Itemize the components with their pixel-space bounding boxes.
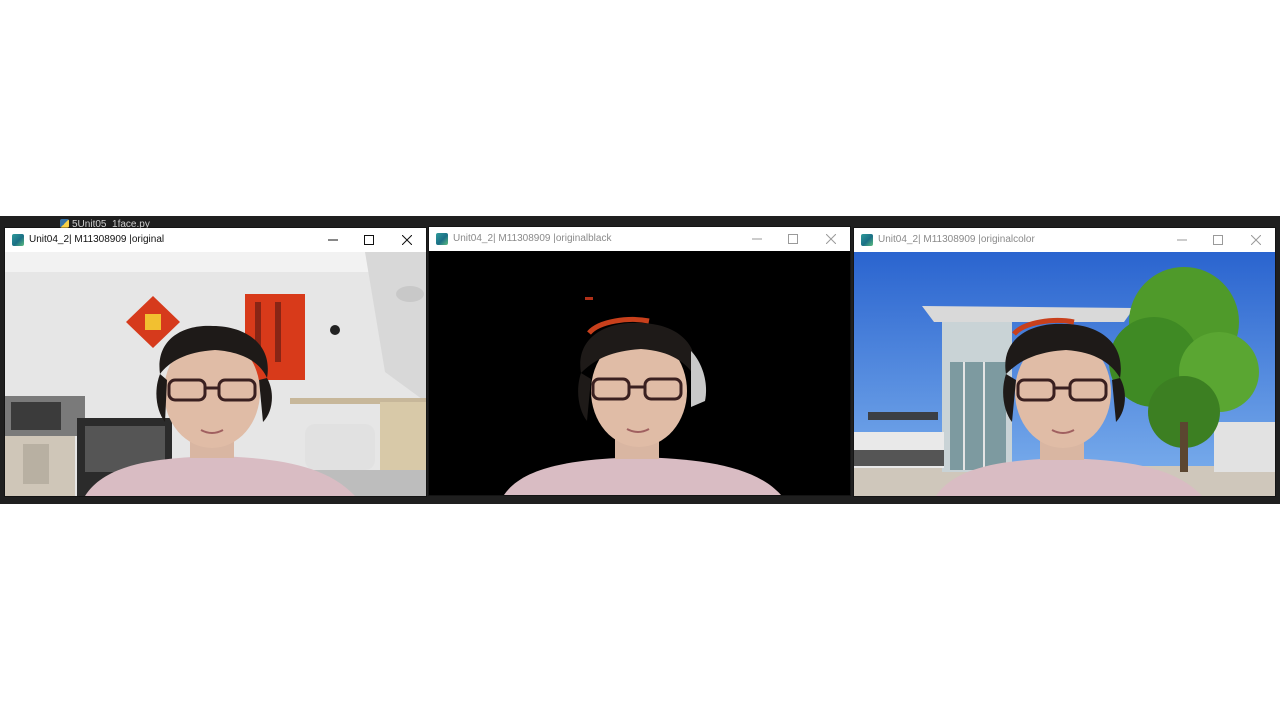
background-replaced-image [854,252,1275,496]
window-originalblack[interactable]: Unit04_2| M11308909 |originalblack [429,227,850,495]
camera-frame-originalblack [429,251,850,495]
window-title: Unit04_2| M11308909 |originalblack [453,233,612,244]
app-icon [436,233,448,245]
maximize-icon [788,234,798,244]
close-icon [826,234,836,244]
maximize-icon [364,235,374,245]
close-button[interactable] [813,227,849,251]
camera-frame-original [5,252,426,496]
webcam-image [5,252,426,496]
close-button[interactable] [1238,228,1274,252]
close-icon [402,235,412,245]
maximize-button[interactable] [1200,228,1236,252]
window-originalcolor[interactable]: Unit04_2| M11308909 |originalcolor [854,228,1275,496]
app-icon [12,234,24,246]
camera-frame-originalcolor [854,252,1275,496]
window-titlebar[interactable]: Unit04_2| M11308909 |originalcolor [854,228,1275,252]
minimize-icon [328,239,338,241]
window-titlebar[interactable]: Unit04_2| M11308909 |originalblack [429,227,850,251]
window-title: Unit04_2| M11308909 |originalcolor [878,234,1035,245]
maximize-button[interactable] [775,227,811,251]
window-titlebar[interactable]: Unit04_2| M11308909 |original [5,228,426,252]
python-file-icon [60,219,69,228]
minimize-button[interactable] [315,228,351,252]
minimize-button[interactable] [739,227,775,251]
segmented-image-black [429,251,850,495]
maximize-button[interactable] [351,228,387,252]
minimize-icon [752,238,762,240]
window-original[interactable]: Unit04_2| M11308909 |original [5,228,426,496]
maximize-icon [1213,235,1223,245]
app-icon [861,234,873,246]
window-title: Unit04_2| M11308909 |original [29,234,165,245]
minimize-icon [1177,239,1187,241]
minimize-button[interactable] [1164,228,1200,252]
close-button[interactable] [389,228,425,252]
close-icon [1251,235,1261,245]
